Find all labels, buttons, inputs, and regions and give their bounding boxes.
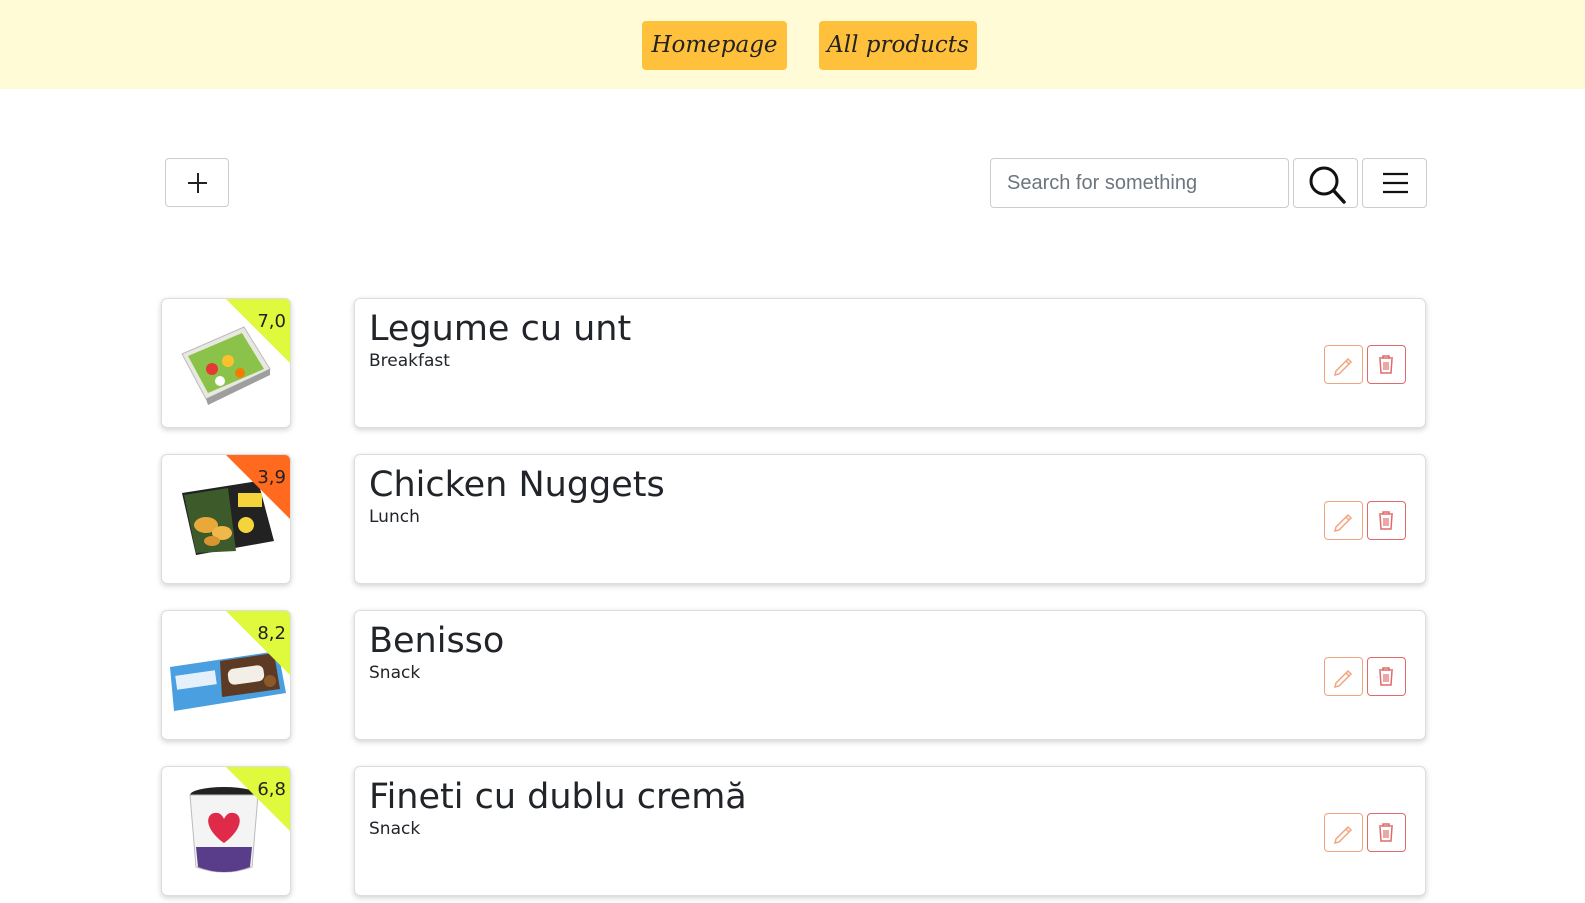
pencil-icon [1333, 825, 1353, 845]
search-button[interactable] [1293, 158, 1358, 208]
add-product-button[interactable] [165, 158, 229, 207]
product-category: Snack [369, 819, 421, 839]
trash-icon [1379, 823, 1393, 842]
delete-button[interactable] [1367, 813, 1406, 852]
product-card[interactable]: Fineti cu dublu cremă Snack [354, 766, 1426, 896]
product-card[interactable]: Benisso Snack [354, 610, 1426, 740]
product-thumbnail[interactable]: 6,8 [161, 766, 291, 896]
product-title: Fineti cu dublu cremă [369, 777, 747, 817]
score-label: 6,8 [257, 779, 286, 800]
pencil-icon [1333, 357, 1353, 377]
product-title: Benisso [369, 621, 505, 661]
delete-button[interactable] [1367, 345, 1406, 384]
menu-button[interactable] [1362, 158, 1427, 208]
top-navigation-bar: Homepage All products [0, 0, 1585, 89]
edit-button[interactable] [1324, 345, 1363, 384]
search-input[interactable] [990, 158, 1289, 208]
product-thumbnail[interactable]: 8,2 [161, 610, 291, 740]
trash-icon [1379, 511, 1393, 530]
delete-button[interactable] [1367, 501, 1406, 540]
all-products-button[interactable]: All products [819, 21, 977, 70]
product-thumbnail[interactable]: 3,9 [161, 454, 291, 584]
homepage-button[interactable]: Homepage [642, 21, 787, 70]
product-card[interactable]: Chicken Nuggets Lunch [354, 454, 1426, 584]
score-label: 3,9 [257, 467, 286, 488]
edit-button[interactable] [1324, 501, 1363, 540]
product-title: Chicken Nuggets [369, 465, 665, 505]
pencil-icon [1333, 513, 1353, 533]
trash-icon [1379, 667, 1393, 686]
product-category: Lunch [369, 507, 420, 527]
score-label: 8,2 [257, 623, 286, 644]
search-icon [1309, 166, 1346, 204]
product-category: Snack [369, 663, 421, 683]
score-label: 7,0 [257, 311, 286, 332]
product-title: Legume cu unt [369, 309, 632, 349]
product-category: Breakfast [369, 351, 450, 371]
hamburger-menu-icon [1383, 172, 1408, 194]
delete-button[interactable] [1367, 657, 1406, 696]
edit-button[interactable] [1324, 813, 1363, 852]
edit-button[interactable] [1324, 657, 1363, 696]
trash-icon [1379, 355, 1393, 374]
product-card[interactable]: Legume cu unt Breakfast [354, 298, 1426, 428]
pencil-icon [1333, 669, 1353, 689]
product-thumbnail[interactable]: 7,0 [161, 298, 291, 428]
